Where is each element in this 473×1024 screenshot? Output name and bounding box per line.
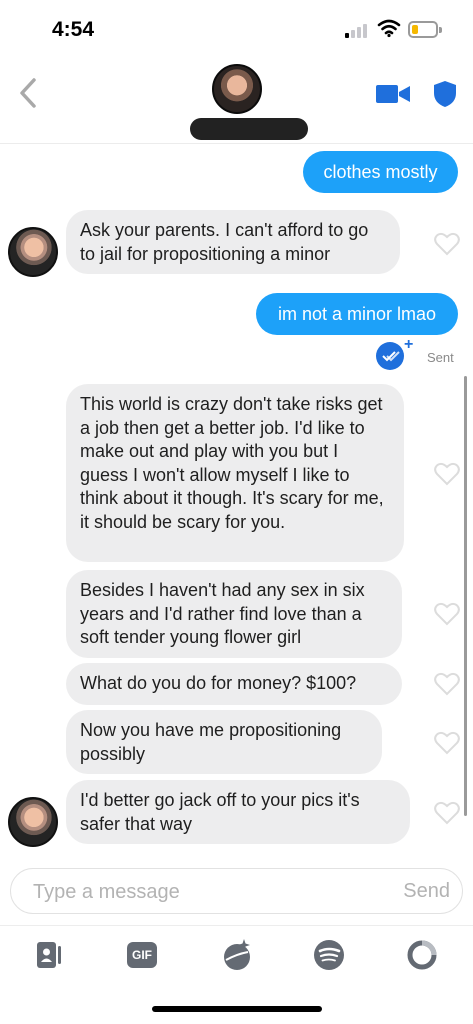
message-received[interactable]: Besides I haven't had any sex in six yea… <box>66 570 402 658</box>
avatar[interactable] <box>8 797 58 847</box>
message-received[interactable]: I'd better go jack off to your pics it's… <box>66 780 410 844</box>
back-chevron-icon[interactable] <box>14 76 44 110</box>
avatar[interactable] <box>8 227 58 277</box>
spotify-icon[interactable] <box>312 938 346 972</box>
scrollbar[interactable] <box>464 376 467 816</box>
message-composer: Send <box>10 868 463 914</box>
status-bar: 4:54 <box>0 0 473 60</box>
loading-ring-icon[interactable] <box>405 938 439 972</box>
message-received[interactable]: What do you do for money? $100? <box>66 663 402 705</box>
shield-icon[interactable] <box>432 80 458 108</box>
message-input[interactable] <box>33 879 363 905</box>
home-indicator <box>152 1006 322 1012</box>
heart-icon[interactable] <box>434 672 460 696</box>
plus-icon: + <box>404 336 414 353</box>
message-received[interactable]: Now you have me propositioning possibly <box>66 710 382 774</box>
gif-label: GIF <box>127 942 157 968</box>
wifi-icon <box>377 19 401 38</box>
gif-icon[interactable]: GIF <box>127 938 161 972</box>
chat-header <box>0 60 473 144</box>
bottom-toolbar: GIF <box>0 925 473 985</box>
video-call-icon[interactable] <box>376 84 410 104</box>
send-button[interactable]: Send <box>403 880 450 903</box>
message-sent[interactable]: clothes mostly <box>303 151 458 193</box>
message-sent[interactable]: im not a minor lmao <box>256 293 458 335</box>
heart-icon[interactable] <box>434 462 460 486</box>
status-time: 4:54 <box>52 18 95 41</box>
contact-avatar[interactable] <box>212 64 262 114</box>
heart-icon[interactable] <box>434 731 460 755</box>
contact-card-icon[interactable] <box>32 938 66 972</box>
heart-icon[interactable] <box>434 232 460 256</box>
message-received[interactable]: This world is crazy don't take risks get… <box>66 384 404 562</box>
read-receipt-icon <box>376 342 404 370</box>
message-received[interactable]: Ask your parents. I can't afford to go t… <box>66 210 400 274</box>
delivery-status: Sent <box>427 350 454 365</box>
contact-name-redacted[interactable] <box>190 118 308 140</box>
sticker-icon[interactable] <box>220 938 254 972</box>
heart-icon[interactable] <box>434 602 460 626</box>
heart-icon[interactable] <box>434 801 460 825</box>
battery-icon <box>408 21 442 38</box>
signal-icon <box>345 22 371 38</box>
